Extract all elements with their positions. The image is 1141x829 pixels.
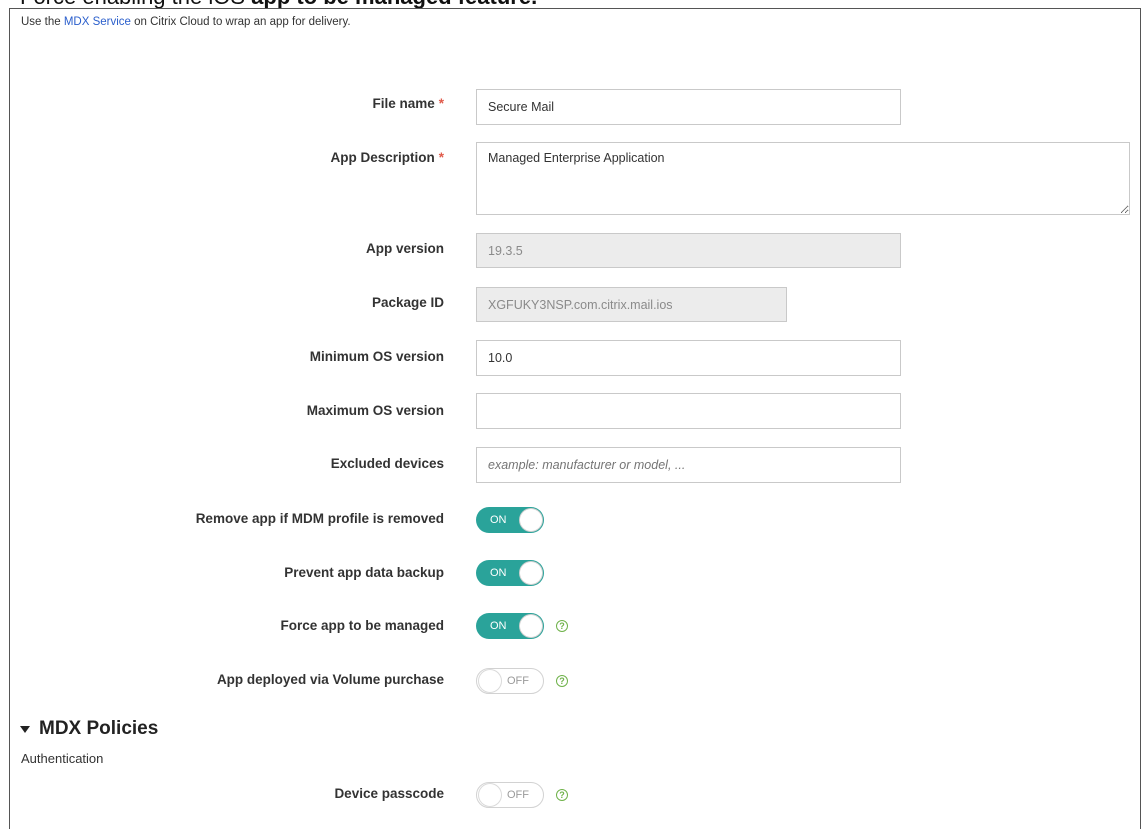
volume-purchase-toggle[interactable]: OFF: [476, 668, 544, 694]
help-icon[interactable]: ?: [556, 789, 568, 801]
mdx-policies-header[interactable]: MDX Policies: [20, 718, 158, 740]
maximum-os-input[interactable]: [476, 393, 901, 429]
device-passcode-toggle[interactable]: OFF: [476, 782, 544, 808]
maximum-os-label: Maximum OS version: [306, 403, 444, 418]
toggle-state-text: OFF: [507, 675, 529, 687]
app-description-label-text: App Description: [330, 150, 435, 165]
remove-app-toggle[interactable]: ON: [476, 507, 544, 533]
toggle-knob: [520, 562, 542, 584]
app-description-label: App Description *: [330, 150, 444, 165]
force-managed-toggle[interactable]: ON: [476, 613, 544, 639]
help-icon[interactable]: ?: [556, 620, 568, 632]
prevent-backup-label: Prevent app data backup: [284, 565, 444, 580]
toggle-state-text: ON: [490, 567, 507, 579]
minimum-os-label: Minimum OS version: [309, 349, 444, 364]
toggle-state-text: ON: [490, 620, 507, 632]
app-version-label: App version: [365, 241, 444, 256]
toggle-knob: [520, 509, 542, 531]
caret-down-icon[interactable]: [20, 725, 30, 733]
help-icon[interactable]: ?: [556, 675, 568, 687]
file-name-label: File name *: [372, 96, 444, 111]
remove-app-label: Remove app if MDM profile is removed: [195, 511, 444, 526]
intro-prefix: Use the: [21, 16, 64, 28]
excluded-devices-input[interactable]: [476, 447, 901, 483]
required-mark: *: [438, 96, 444, 111]
package-id-label: Package ID: [371, 295, 444, 310]
authentication-subheading: Authentication: [21, 751, 104, 766]
mdx-policies-title: MDX Policies: [39, 718, 159, 739]
prevent-backup-toggle[interactable]: ON: [476, 560, 544, 586]
minimum-os-input[interactable]: [476, 340, 901, 376]
file-name-input[interactable]: [476, 89, 901, 125]
excluded-devices-label: Excluded devices: [330, 456, 444, 471]
toggle-knob: [479, 670, 501, 692]
cropped-page-title: Force enabling the iOS app to be managed…: [20, 0, 537, 8]
file-name-label-text: File name: [372, 96, 435, 111]
app-description-textarea[interactable]: Managed Enterprise Application: [476, 142, 1130, 215]
toggle-knob: [479, 784, 501, 806]
intro-text: Use the MDX Service on Citrix Cloud to w…: [21, 16, 351, 28]
force-managed-label: Force app to be managed: [280, 618, 444, 633]
mdx-service-link[interactable]: MDX Service: [64, 16, 131, 28]
app-version-input: [476, 233, 901, 268]
toggle-knob: [520, 615, 542, 637]
toggle-state-text: OFF: [507, 789, 529, 801]
intro-suffix: on Citrix Cloud to wrap an app for deliv…: [130, 16, 351, 28]
device-passcode-label: Device passcode: [334, 786, 444, 801]
volume-purchase-label: App deployed via Volume purchase: [216, 672, 444, 687]
required-mark: *: [438, 150, 444, 165]
toggle-state-text: ON: [490, 514, 507, 526]
package-id-input: [476, 287, 787, 322]
